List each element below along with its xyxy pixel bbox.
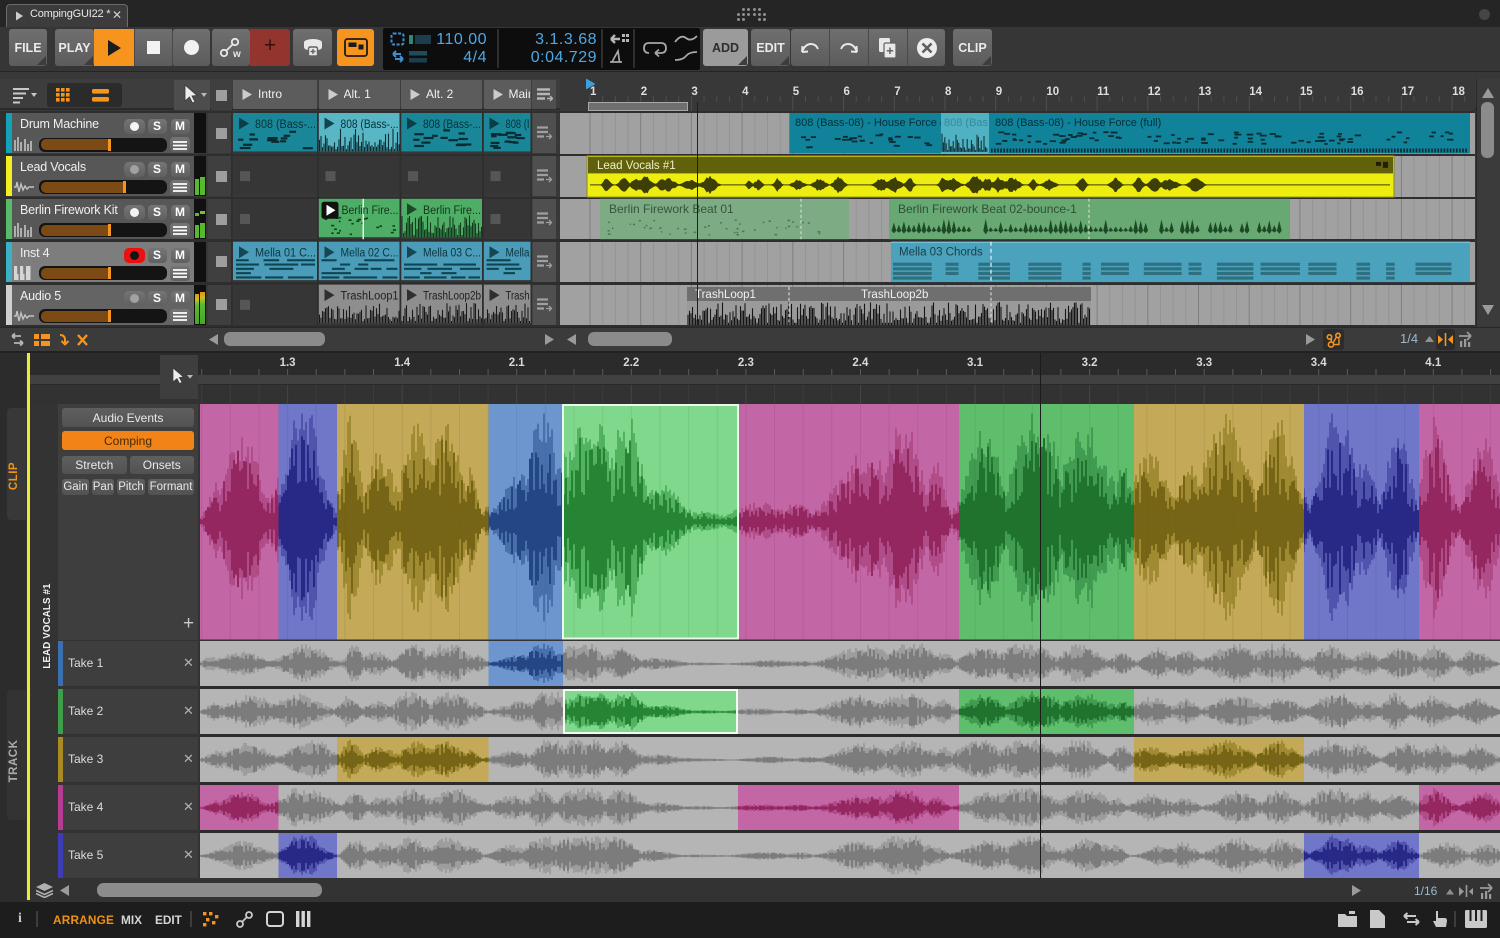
svg-text:TrashLoop1: TrashLoop1 [695,289,756,301]
svg-text:Mella 03 C...: Mella 03 C... [423,248,481,260]
svg-text:TrashLoop2b: TrashLoop2b [861,289,928,301]
svg-text:808 (Bass-...: 808 (Bass-... [255,119,316,131]
svg-text:Mella 03 Chords: Mella 03 Chords [899,247,983,259]
svg-text:808 (Bas: 808 (Bas [944,117,989,129]
svg-text:Berlin Fire...: Berlin Fire... [342,205,399,217]
svg-text:Berlin Firework Beat 02-bounce: Berlin Firework Beat 02-bounce-1 [898,202,1077,216]
svg-text:Mella 02 C...: Mella 02 C... [341,248,399,260]
svg-text:808 (Bass-08) - House Force (f: 808 (Bass-08) - House Force (full) [995,117,1161,129]
svg-text:Mella: Mella [506,248,531,260]
svg-text:Mella 01 C...: Mella 01 C... [255,248,316,260]
svg-text:808 (I: 808 (I [506,119,530,131]
svg-text:Berlin Fire...: Berlin Fire... [423,205,481,217]
svg-text:Trash: Trash [506,291,530,303]
svg-text:TrashLoop2b: TrashLoop2b [423,291,481,303]
svg-text:808 (Bass-...: 808 (Bass-... [341,119,399,131]
svg-text:TrashLoop1: TrashLoop1 [341,291,399,303]
svg-text:808 (Bass-...: 808 (Bass-... [423,119,481,131]
svg-text:Berlin Firework Beat 01: Berlin Firework Beat 01 [609,202,734,216]
svg-text:808 (Bass-08) - House Force (: 808 (Bass-08) - House Force ( [795,117,944,129]
svg-text:Lead Vocals #1: Lead Vocals #1 [597,160,676,172]
